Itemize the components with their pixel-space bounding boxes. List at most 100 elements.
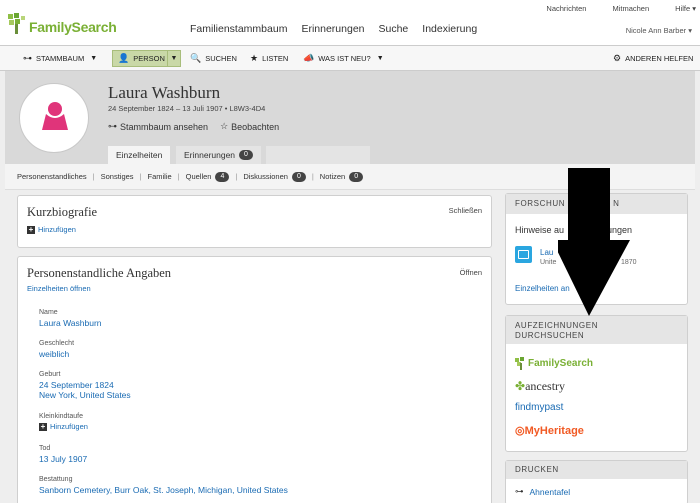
ancestry-search-link[interactable]: ✤ancestry <box>515 379 565 394</box>
chevron-down-icon: ▼ <box>90 55 98 62</box>
down-arrow-annotation <box>558 168 630 316</box>
tree-menu-button[interactable]: ⊶ STAMMBAUM ▼ <box>23 50 97 67</box>
tree-icon: ⊶ <box>515 486 524 496</box>
familysearch-search-link[interactable]: FamilySearch <box>515 357 593 370</box>
notes-count-badge: 0 <box>349 171 364 182</box>
link-other[interactable]: Sonstiges <box>101 172 134 181</box>
tree-logo-icon <box>8 13 25 34</box>
findmypast-search-link[interactable]: findmypast <box>515 402 563 413</box>
person-menu-button[interactable]: 👤 PERSON <box>112 50 172 67</box>
contribute-link[interactable]: Mitmachen <box>612 4 649 13</box>
utility-links: Nachrichten Mitmachen Hilfe ▾ <box>520 4 696 13</box>
person-icon: 👤 <box>118 53 130 63</box>
vitals-card: Personenstandliche Angaben Öffnen Einzel… <box>17 256 492 503</box>
ancestry-leaf-icon: ✤ <box>515 379 526 393</box>
burial-place[interactable]: Sanborn Cemetery, Burr Oak, St. Joseph, … <box>39 485 288 495</box>
messages-link[interactable]: Nachrichten <box>546 4 586 13</box>
help-others-button[interactable]: ⚙ ANDEREN HELFEN <box>613 50 693 67</box>
avatar[interactable] <box>19 83 89 153</box>
hint-name-link[interactable]: Lau <box>540 248 553 257</box>
link-discussions[interactable]: Diskussionen <box>243 172 288 181</box>
star-icon: ★ <box>250 53 259 63</box>
search-button[interactable]: 🔍 SUCHEN <box>190 50 237 67</box>
help-link[interactable]: Hilfe ▾ <box>675 4 696 13</box>
bio-card: Kurzbiografie Schließen + Hinzufügen <box>17 195 492 248</box>
tab-details[interactable]: Einzelheiten <box>108 146 171 164</box>
memories-count-badge: 0 <box>239 150 253 160</box>
print-card: DRUCKEN ⊶ Ahnentafel <box>505 460 688 503</box>
whats-new-label: WAS IST NEU? <box>318 54 371 63</box>
toolbar: ⊶ STAMMBAUM ▼ 👤 PERSON ▼ 🔍 SUCHEN ★ LIST… <box>0 45 700 71</box>
bio-add-label: Hinzufügen <box>38 225 76 234</box>
link-vital[interactable]: Personenstandliches <box>17 172 87 181</box>
whats-new-button[interactable]: 📣 WAS IST NEU? ▼ <box>303 50 384 67</box>
person-menu-label: PERSON <box>133 54 165 63</box>
logo-text: FamilySearch <box>29 19 117 35</box>
sex-label: Geschlecht <box>39 340 75 347</box>
plus-icon: + <box>27 224 35 234</box>
bio-close-button[interactable]: Schließen <box>449 206 482 215</box>
tree-logo-icon <box>515 357 524 370</box>
female-person-icon <box>42 102 68 130</box>
tree-icon: ⊶ <box>23 53 32 63</box>
chevron-down-icon: ▼ <box>170 55 178 62</box>
person-header: Laura Washburn 24 September 1824 – 13 Ju… <box>5 71 695 164</box>
name-label: Name <box>39 309 58 316</box>
lists-label: LISTEN <box>262 54 289 63</box>
person-menu-caret[interactable]: ▼ <box>167 50 181 67</box>
nav-indexing[interactable]: Indexierung <box>422 23 477 35</box>
nav-memories[interactable]: Erinnerungen <box>301 23 364 35</box>
person-actions: ⊶ Stammbaum ansehen ☆ Beobachten <box>108 121 279 132</box>
death-date[interactable]: 13 July 1907 <box>39 454 87 464</box>
name-value[interactable]: Laura Washburn <box>39 318 102 328</box>
sources-count-badge: 4 <box>215 171 230 182</box>
top-header: FamilySearch Nachrichten Mitmachen Hilfe… <box>0 0 700 45</box>
christening-add-label: Hinzufügen <box>50 422 88 431</box>
birth-label: Geburt <box>39 371 61 378</box>
myheritage-search-link[interactable]: ◎MyHeritage <box>515 424 584 437</box>
nav-search[interactable]: Suche <box>379 23 409 35</box>
person-name: Laura Washburn <box>108 83 221 102</box>
view-tree-link[interactable]: Stammbaum ansehen <box>120 122 208 132</box>
birth-place[interactable]: New York, United States <box>39 390 131 400</box>
vitals-title: Personenstandliche Angaben <box>27 266 172 280</box>
print-header: DRUCKEN <box>506 461 687 479</box>
hint-sub: Unite <box>540 259 557 266</box>
lists-button[interactable]: ★ LISTEN <box>250 50 288 67</box>
plus-icon: + <box>39 421 47 431</box>
watch-link[interactable]: Beobachten <box>231 122 279 132</box>
tree-menu-label: STAMMBAUM <box>36 54 85 63</box>
search-records-header: AUFZEICHNUNGEN DURCHSUCHEN <box>506 316 687 344</box>
vitals-open-button[interactable]: Öffnen <box>460 268 482 277</box>
tree-icon: ⊶ <box>108 121 117 131</box>
user-menu[interactable]: Nicole Ann Barber ▾ <box>626 26 692 35</box>
link-sources[interactable]: Quellen <box>186 172 212 181</box>
discussions-count-badge: 0 <box>291 171 306 182</box>
nav-family-tree[interactable]: Familienstammbaum <box>190 23 287 35</box>
burial-label: Bestattung <box>39 476 73 483</box>
open-details-link[interactable]: Einzelheiten öffnen <box>27 284 91 293</box>
star-outline-icon: ☆ <box>220 121 229 131</box>
death-label: Tod <box>39 445 51 452</box>
bio-title: Kurzbiografie <box>27 205 98 219</box>
tab-details-label: Einzelheiten <box>116 150 163 160</box>
chevron-down-icon: ▼ <box>376 55 384 62</box>
person-dates: 24 September 1824 – 13 Juli 1907 • L8W3-… <box>108 104 266 113</box>
familysearch-logo[interactable]: FamilySearch <box>6 12 117 36</box>
sex-value[interactable]: weiblich <box>39 349 69 359</box>
myheritage-icon: ◎ <box>515 425 525 437</box>
tab-memories[interactable]: Erinnerungen 0 <box>176 146 261 164</box>
tab-memories-label: Erinnerungen <box>184 150 236 160</box>
help-others-label: ANDEREN HELFEN <box>625 54 694 63</box>
bio-add-link[interactable]: + Hinzufügen <box>27 225 76 234</box>
search-icon: 🔍 <box>190 53 202 63</box>
main-nav: Familienstammbaum Erinnerungen Suche Ind… <box>190 23 491 35</box>
pedigree-print-link[interactable]: ⊶ Ahnentafel <box>515 486 570 497</box>
search-records-card: AUFZEICHNUNGEN DURCHSUCHEN FamilySearch … <box>505 315 688 452</box>
birth-date[interactable]: 24 September 1824 <box>39 380 114 390</box>
christening-add-link[interactable]: + Hinzufügen <box>39 422 88 431</box>
link-notes[interactable]: Notizen <box>320 172 345 181</box>
christening-label: Kleinkindtaufe <box>39 413 83 420</box>
help-others-icon: ⚙ <box>613 53 622 63</box>
link-family[interactable]: Familie <box>147 172 171 181</box>
